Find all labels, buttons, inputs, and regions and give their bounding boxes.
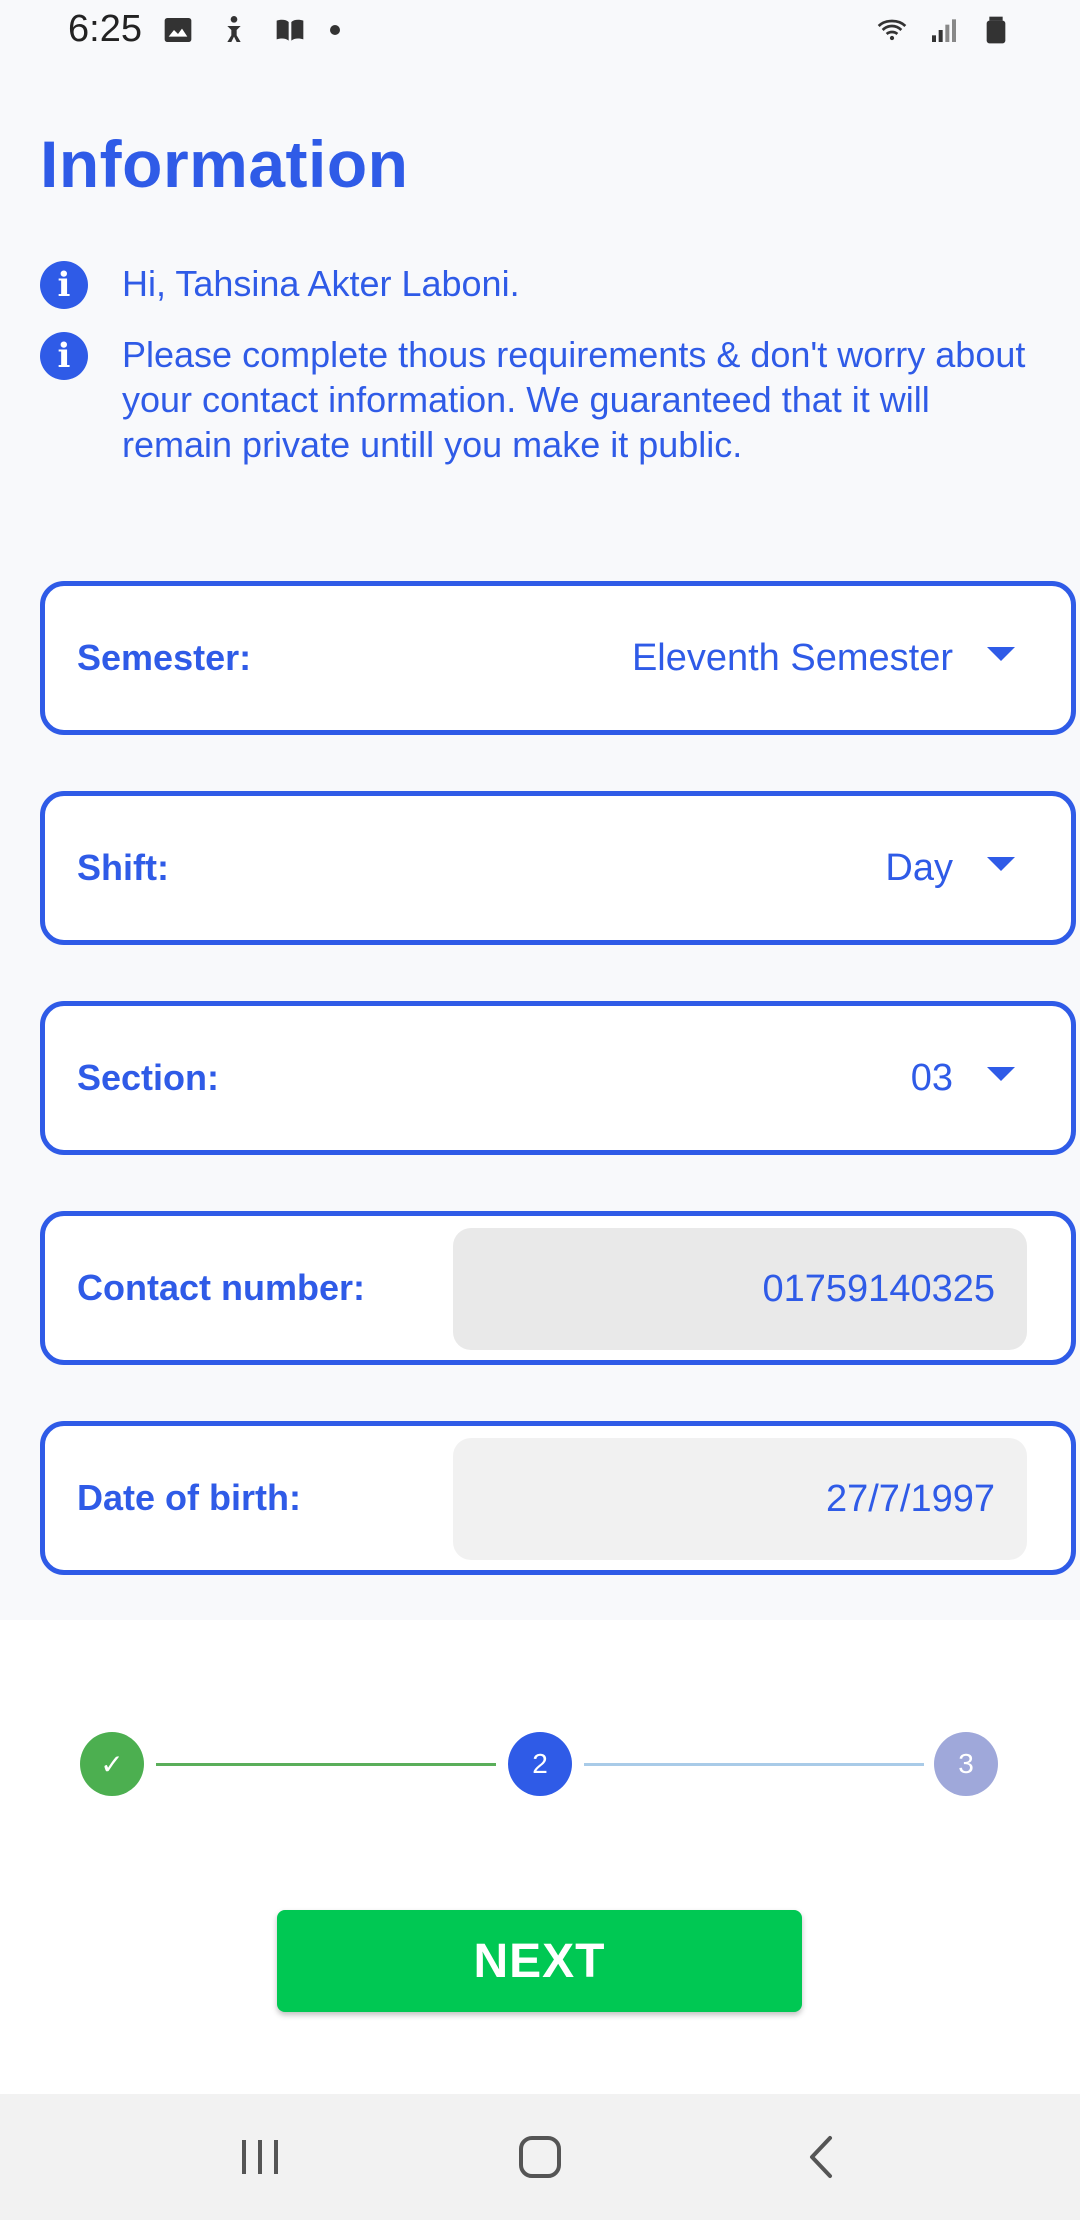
shift-dropdown[interactable]: Shift: Day (40, 791, 1076, 945)
status-time: 6:25 (68, 8, 142, 50)
contact-number-field: Contact number: 01759140325 (40, 1211, 1076, 1365)
back-icon[interactable] (792, 2132, 852, 2182)
next-button[interactable]: NEXT (277, 1910, 802, 2012)
navigation-bar (0, 2094, 1080, 2220)
status-bar: 6:25 (0, 0, 1080, 62)
greeting-row: i Hi, Tahsina Akter Laboni. (40, 261, 1030, 309)
stepper-line-pending (584, 1763, 924, 1766)
notice-text: Please complete thous requirements & don… (122, 334, 1026, 465)
shift-value[interactable]: Day (885, 796, 953, 940)
semester-dropdown[interactable]: Semester: Eleventh Semester (40, 581, 1076, 735)
contact-number-label: Contact number: (77, 1267, 365, 1308)
image-icon (164, 18, 192, 42)
notice-row: i Please complete thous requirements & d… (40, 332, 1030, 467)
date-of-birth-value: 27/7/1997 (825, 1477, 995, 1520)
dropdown-arrow-icon[interactable] (987, 647, 1015, 661)
system-icons (876, 14, 1012, 46)
contact-number-value: 01759140325 (762, 1267, 995, 1310)
recent-apps-icon[interactable] (230, 2132, 290, 2182)
date-of-birth-label: Date of birth: (77, 1477, 301, 1518)
info-icon: i (40, 261, 88, 309)
contact-number-input[interactable]: 01759140325 (453, 1228, 1027, 1350)
semester-value[interactable]: Eleventh Semester (632, 586, 953, 730)
stepper-line-completed (156, 1763, 496, 1766)
battery-icon (986, 16, 1006, 44)
dot-icon (330, 25, 340, 35)
section-value[interactable]: 03 (911, 1006, 953, 1150)
info-icon: i (40, 332, 88, 380)
greeting-text: Hi, Tahsina Akter Laboni. (122, 263, 520, 304)
step-2-indicator: 2 (508, 1732, 572, 1796)
bottom-panel (0, 1620, 1080, 2094)
date-of-birth-input[interactable]: 27/7/1997 (453, 1438, 1027, 1560)
notification-icons (162, 14, 340, 46)
date-of-birth-field: Date of birth: 27/7/1997 (40, 1421, 1076, 1575)
section-label: Section: (77, 1057, 220, 1098)
book-icon (276, 19, 304, 41)
accessibility-icon (227, 16, 241, 42)
signal-icon (932, 19, 956, 42)
step-1-check-icon: ✓ (80, 1732, 144, 1796)
page-title: Information (40, 127, 409, 201)
shift-label: Shift: (77, 847, 169, 888)
semester-label: Semester: (77, 637, 252, 678)
dropdown-arrow-icon[interactable] (987, 857, 1015, 871)
section-dropdown[interactable]: Section: 03 (40, 1001, 1076, 1155)
step-3-indicator: 3 (934, 1732, 998, 1796)
home-icon[interactable] (510, 2132, 570, 2182)
wifi-icon (877, 19, 907, 41)
dropdown-arrow-icon[interactable] (987, 1067, 1015, 1081)
